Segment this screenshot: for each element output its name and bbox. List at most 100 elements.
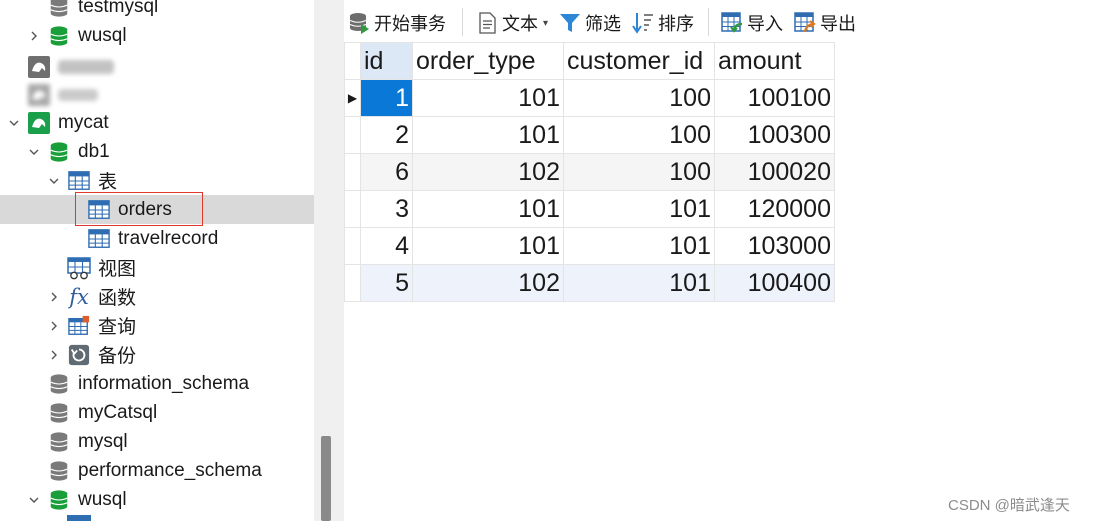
column-header-id[interactable]: id: [360, 42, 413, 80]
tree-item-label: orders: [118, 198, 172, 220]
table-cell-id[interactable]: 2: [360, 116, 413, 154]
row-header[interactable]: [344, 227, 361, 265]
table-cell-amount[interactable]: 120000: [714, 190, 835, 228]
chevron-right-icon[interactable]: [47, 290, 61, 304]
row-header[interactable]: [344, 153, 361, 191]
redacted-label: [58, 59, 114, 74]
sidebar-scrollbar-thumb[interactable]: [321, 436, 331, 521]
navigation-tree: testmysql wusql mycat db1 表 orders trave…: [0, 0, 314, 521]
export-label: 导出: [820, 14, 856, 34]
column-header-customer-id[interactable]: customer_id: [563, 42, 715, 80]
tree-item-mysql[interactable]: mysql: [0, 427, 314, 456]
tree-item-wusql-expanded[interactable]: wusql: [0, 485, 314, 514]
chevron-right-icon[interactable]: [47, 319, 61, 333]
table-cell-amount[interactable]: 100100: [714, 79, 835, 117]
mysql-connection-icon: [27, 111, 51, 135]
table-cell-customer-id[interactable]: 101: [563, 190, 715, 228]
toolbar-divider: [708, 8, 709, 36]
table-cell-amount[interactable]: 100400: [714, 264, 835, 302]
import-button[interactable]: 导入: [721, 9, 783, 37]
row-header[interactable]: [344, 264, 361, 302]
table-row[interactable]: 3 101 101 120000: [344, 190, 835, 228]
document-icon: [476, 12, 498, 34]
row-header[interactable]: [344, 116, 361, 154]
table-cell-order-type[interactable]: 101: [412, 227, 564, 265]
table-cell-customer-id[interactable]: 100: [563, 79, 715, 117]
table-folder-icon: [67, 515, 91, 521]
table-row[interactable]: 5 102 101 100400: [344, 264, 835, 302]
sort-button[interactable]: 排序: [632, 9, 694, 37]
table-cell-order-type[interactable]: 102: [412, 264, 564, 302]
chevron-down-icon[interactable]: [27, 493, 41, 507]
tree-item-performance-schema[interactable]: performance_schema: [0, 456, 314, 485]
data-grid: id order_type customer_id amount ▶ 1 101…: [344, 42, 835, 302]
tree-item-orders[interactable]: orders: [0, 195, 314, 224]
filter-icon: [559, 12, 581, 34]
table-cell-id[interactable]: 5: [360, 264, 413, 302]
filter-button[interactable]: 筛选: [559, 9, 621, 37]
current-row-indicator-icon[interactable]: ▶: [344, 79, 361, 117]
tree-item-mycat[interactable]: mycat: [0, 108, 314, 137]
table-cell-customer-id[interactable]: 101: [563, 227, 715, 265]
table-cell-order-type[interactable]: 102: [412, 153, 564, 191]
tree-item-wusql[interactable]: wusql: [0, 21, 314, 50]
table-cell-customer-id[interactable]: 100: [563, 116, 715, 154]
table-row[interactable]: 6 102 100 100020: [344, 153, 835, 191]
table-cell-customer-id[interactable]: 101: [563, 264, 715, 302]
export-button[interactable]: 导出: [794, 9, 856, 37]
database-icon: [47, 459, 71, 483]
tree-item-connection[interactable]: [0, 52, 314, 81]
table-cell-order-type[interactable]: 101: [412, 79, 564, 117]
chevron-down-icon[interactable]: [27, 145, 41, 159]
tree-item-label: 备份: [98, 346, 137, 367]
query-icon: [67, 314, 91, 338]
table-cell-id[interactable]: 3: [360, 190, 413, 228]
tree-item-label: travelrecord: [118, 227, 219, 249]
transaction-icon: [348, 12, 370, 34]
table-cell-id[interactable]: 6: [360, 153, 413, 191]
tree-item-tables-folder[interactable]: 表: [0, 166, 314, 195]
chevron-right-icon[interactable]: [27, 29, 41, 43]
table-row[interactable]: 2 101 100 100300: [344, 116, 835, 154]
table-cell-amount[interactable]: 100020: [714, 153, 835, 191]
tree-item-functions-folder[interactable]: fx 函数: [0, 282, 314, 311]
tree-item-label: testmysql: [78, 0, 159, 17]
table-cell-id[interactable]: 1: [360, 79, 413, 117]
column-header-amount[interactable]: amount: [714, 42, 835, 80]
tree-item-mycatsql[interactable]: myCatsql: [0, 398, 314, 427]
database-icon: [47, 24, 71, 48]
table-row[interactable]: 4 101 101 103000: [344, 227, 835, 265]
tree-item-views-folder[interactable]: 视图: [0, 253, 314, 282]
view-icon: [67, 256, 91, 280]
table-icon: [87, 227, 111, 251]
table-cell-order-type[interactable]: 101: [412, 190, 564, 228]
table-cell-customer-id[interactable]: 100: [563, 153, 715, 191]
tree-item-queries-folder[interactable]: 查询: [0, 311, 314, 340]
row-header[interactable]: [344, 190, 361, 228]
watermark: CSDN @暗武逢天: [948, 497, 1070, 514]
table-cell-order-type[interactable]: 101: [412, 116, 564, 154]
column-header-order-type[interactable]: order_type: [412, 42, 564, 80]
tree-item-backups-folder[interactable]: 备份: [0, 340, 314, 369]
tree-item-testmysql[interactable]: testmysql: [0, 0, 314, 21]
tree-item-label: information_schema: [78, 372, 250, 394]
table-cell-amount[interactable]: 103000: [714, 227, 835, 265]
tree-item-travelrecord[interactable]: travelrecord: [0, 224, 314, 253]
filter-label: 筛选: [585, 14, 621, 34]
database-icon: [47, 401, 71, 425]
chevron-right-icon[interactable]: [47, 348, 61, 362]
sort-icon: [632, 12, 654, 34]
begin-transaction-button[interactable]: 开始事务: [348, 9, 446, 37]
table-cell-id[interactable]: 4: [360, 227, 413, 265]
export-icon: [794, 12, 816, 34]
text-view-button[interactable]: 文本 ▾: [476, 9, 548, 37]
tree-item-db1[interactable]: db1: [0, 137, 314, 166]
tree-item-label: mysql: [78, 430, 128, 452]
import-icon: [721, 12, 743, 34]
table-cell-amount[interactable]: 100300: [714, 116, 835, 154]
table-row[interactable]: ▶ 1 101 100 100100: [344, 79, 835, 117]
chevron-down-icon[interactable]: [7, 116, 21, 130]
tree-item-connection[interactable]: [0, 80, 314, 109]
tree-item-information-schema[interactable]: information_schema: [0, 369, 314, 398]
chevron-down-icon[interactable]: [47, 174, 61, 188]
